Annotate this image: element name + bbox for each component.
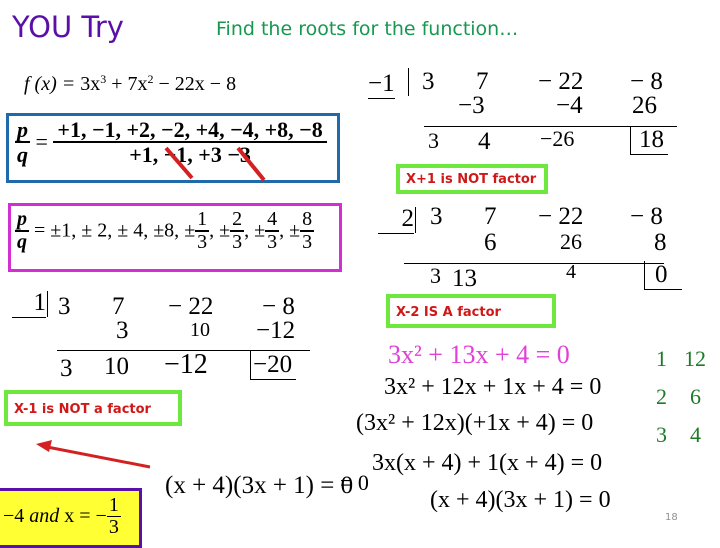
factoring-step-3: 3x(x + 4) + 1(x + 4) = 0 <box>372 450 603 476</box>
candidate-fraction: 83 <box>300 208 315 253</box>
synthetic-division-neg1: −1 3 7 − 22 − 8 −3 −4 26 3 4 −26 18 <box>368 68 688 163</box>
divisor: 1 <box>12 289 46 318</box>
synthetic-division-1: 1 3 7 − 22 − 8 3 10 −12 3 10 −12 −20 <box>12 289 332 384</box>
integer-candidates: = ±1, ± 2, ± 4, ±8, <box>34 219 180 242</box>
strike-neg-three <box>236 146 266 182</box>
page-number: 18 <box>665 512 678 523</box>
candidate-fraction: 23 <box>230 208 245 253</box>
remainder: −20 <box>250 351 297 380</box>
factored-equation: (x + 4)(3x + 1) = 0 <box>165 472 354 499</box>
division-line <box>404 263 664 264</box>
result-label: X+1 is NOT factor <box>396 164 548 194</box>
result-label: X-2 IS A factor <box>386 294 556 328</box>
factoring-step-4: (x + 4)(3x + 1) = 0 <box>430 487 611 513</box>
remainder: 0 <box>644 261 682 290</box>
factoring-step-2: (3x² + 12x)(+1x + 4) = 0 <box>356 410 594 436</box>
candidate-fraction: 13 <box>195 208 210 253</box>
result-label: X-1 is NOT a factor <box>4 390 182 426</box>
remainder: 18 <box>630 126 668 155</box>
arrow-head-icon <box>36 440 52 452</box>
divisor: 2 <box>378 205 414 234</box>
answer-fraction: 13 <box>106 494 121 538</box>
answer-box: −4 and x = −1 3 <box>0 488 142 548</box>
synthetic-division-2: 2 3 7 − 22 − 8 6 26 8 3 13 4 0 <box>378 203 698 293</box>
arrow-line <box>41 444 151 469</box>
possible-rational-roots-box: p q = ±1, ± 2, ± 4, ±8, ±1 3, ±2 3, ±4 3, ±… <box>8 203 342 272</box>
divisor: −1 <box>368 70 395 99</box>
factoring-step-1: 3x² + 12x + 1x + 4 = 0 <box>384 374 602 400</box>
quadratic-equation: 3x² + 13x + 4 = 0 <box>388 340 570 369</box>
strike-neg-one <box>164 146 194 180</box>
candidate-fraction: 43 <box>265 208 280 253</box>
